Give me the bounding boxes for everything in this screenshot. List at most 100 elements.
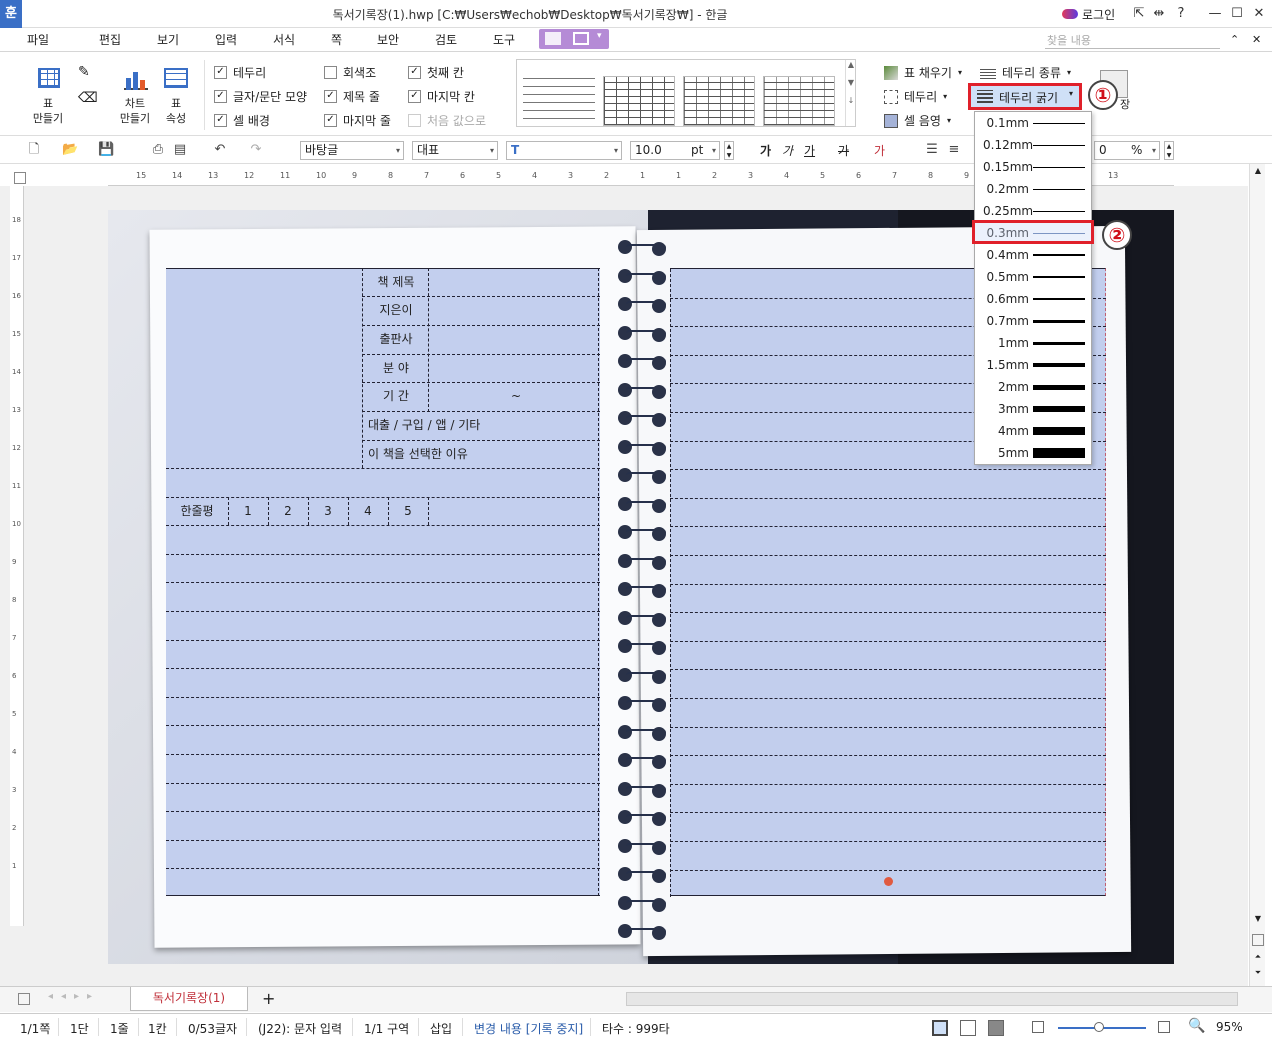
view-normal-icon[interactable] xyxy=(932,1020,948,1036)
undo-icon[interactable]: ↶ xyxy=(212,142,228,158)
strike-button[interactable]: 가 xyxy=(838,142,849,159)
thickness-option[interactable]: 2mm xyxy=(975,376,1091,398)
status-insert[interactable]: 삽입 xyxy=(430,1020,452,1037)
maximize-button[interactable]: ☐ xyxy=(1226,4,1248,24)
thickness-option[interactable]: 0.12mm xyxy=(975,134,1091,156)
border-thickness-button[interactable]: 테두리 굵기 ▾ xyxy=(968,83,1082,110)
align-left-icon[interactable]: ≡ xyxy=(946,142,962,158)
thickness-option[interactable]: 1mm xyxy=(975,332,1091,354)
font-size-stepper[interactable]: ▲ ▼ xyxy=(724,141,734,160)
collapse-icon[interactable]: ⌃ xyxy=(1230,33,1239,46)
spacing-stepper[interactable]: ▲ ▼ xyxy=(1164,141,1174,160)
add-tab-button[interactable]: + xyxy=(262,989,275,1008)
reset-button[interactable]: 처음 값으로 xyxy=(408,112,486,128)
minimize-button[interactable]: — xyxy=(1204,4,1226,24)
magnifier-icon[interactable]: 🔍 xyxy=(1188,1018,1205,1034)
check-grayscale[interactable]: 회색조 xyxy=(324,64,391,80)
vertical-ruler[interactable]: 18 17 16 15 14 13 12 11 10 9 8 7 6 5 4 3 2 1 xyxy=(10,186,24,926)
tab-list-icon[interactable] xyxy=(18,993,30,1005)
table-style-3[interactable] xyxy=(683,76,755,126)
check-border[interactable]: ✓ 테두리 xyxy=(214,64,307,80)
border-thickness-dropdown[interactable]: 0.1mm 0.12mm 0.15mm 0.2mm 0.25mm 0.3mm 0.4mm 0.… xyxy=(974,111,1092,465)
minimize-ribbon-icon[interactable]: ⇱ xyxy=(1128,4,1150,24)
fill-table-button[interactable]: 표 채우기 ▾ xyxy=(884,64,962,81)
thickness-option[interactable]: 0.4mm xyxy=(975,244,1091,266)
reading-log-table[interactable]: 책 제목 지은이 출판사 분 야 기 간 ~ 대출 / 구입 / 앱 / 기타 … xyxy=(166,268,600,896)
menu-file[interactable]: 파일 xyxy=(27,31,49,48)
thickness-option[interactable]: 0.6mm xyxy=(975,288,1091,310)
table-props-button[interactable]: 표 속성 xyxy=(160,64,194,134)
rating-3[interactable]: 3 xyxy=(308,497,348,525)
italic-button[interactable]: 가 xyxy=(782,142,793,159)
menu-tools[interactable]: 도구 xyxy=(493,31,515,48)
login-button[interactable]: 로그인 xyxy=(1062,5,1115,23)
check-last-row[interactable]: ✓ 마지막 줄 xyxy=(324,112,391,128)
check-first-col[interactable]: ✓ 첫째 칸 xyxy=(408,64,486,80)
menu-view[interactable]: 보기 xyxy=(157,31,179,48)
zoom-out-icon[interactable] xyxy=(1032,1021,1044,1033)
close-button[interactable]: ✕ xyxy=(1248,4,1270,24)
horizontal-scrollbar[interactable] xyxy=(626,992,1238,1006)
menu-edit[interactable]: 편집 xyxy=(99,31,121,48)
check-last-col[interactable]: ✓ 마지막 칸 xyxy=(408,88,486,104)
font-size-input[interactable]: 10.0 pt ▾ xyxy=(630,141,720,160)
zoom-in-icon[interactable] xyxy=(1158,1021,1170,1033)
font-color-button[interactable]: 가 xyxy=(874,142,885,159)
new-doc-icon[interactable]: 🗋 xyxy=(26,142,42,158)
help-button[interactable]: ? xyxy=(1170,4,1192,24)
style-select[interactable]: 바탕글 ▾ xyxy=(300,141,404,160)
table-style-gallery[interactable]: ▲ ▼ ↓ xyxy=(516,59,856,127)
ruler-corner-icon[interactable] xyxy=(14,172,26,184)
check-title-row[interactable]: ✓ 제목 줄 xyxy=(324,88,391,104)
table-style-1[interactable] xyxy=(523,76,595,126)
rating-2[interactable]: 2 xyxy=(268,497,308,525)
open-folder-icon[interactable]: 📂 xyxy=(62,142,78,158)
vertical-scrollbar[interactable]: ▲ ▼ ⏶ ⏷ xyxy=(1249,164,1265,986)
print-icon[interactable]: ⎙ xyxy=(150,142,166,158)
close-doc-icon[interactable]: ✕ xyxy=(1252,33,1261,46)
thickness-option[interactable]: 4mm xyxy=(975,420,1091,442)
thickness-option[interactable]: 0.7mm xyxy=(975,310,1091,332)
line-spacing-input[interactable]: 0% ▾ xyxy=(1094,141,1160,160)
cell-shade-button[interactable]: 셀 음영 ▾ xyxy=(884,112,951,129)
view-full-icon[interactable] xyxy=(988,1020,1004,1036)
border-button[interactable]: 테두리 ▾ xyxy=(884,88,947,105)
table-edit-icon[interactable]: ✎ xyxy=(78,64,96,82)
save-icon[interactable]: 💾 xyxy=(98,142,114,158)
tab-document[interactable]: 독서기록장(1) xyxy=(130,987,248,1011)
bold-button[interactable]: 가 xyxy=(760,142,771,159)
thickness-option[interactable]: 5mm xyxy=(975,442,1091,464)
check-char-para[interactable]: ✓ 글자/문단 모양 xyxy=(214,88,307,104)
rating-5[interactable]: 5 xyxy=(388,497,428,525)
redo-icon[interactable]: ↷ xyxy=(248,142,264,158)
menu-page[interactable]: 쪽 xyxy=(331,31,342,48)
zoom-slider-thumb[interactable] xyxy=(1094,1022,1104,1032)
table-style-4[interactable] xyxy=(763,76,835,126)
menu-review[interactable]: 검토 xyxy=(435,31,457,48)
menu-insert[interactable]: 입력 xyxy=(215,31,237,48)
chart-button[interactable]: 차트 만들기 xyxy=(112,64,158,134)
prev-page-icon[interactable]: ⏶ xyxy=(1252,952,1264,964)
language-select[interactable]: 대표 ▾ xyxy=(412,141,498,160)
make-table-button[interactable]: 표 만들기 xyxy=(28,64,68,134)
font-select[interactable]: T ▾ xyxy=(506,141,622,160)
underline-button[interactable]: 가 xyxy=(804,142,815,159)
menu-security[interactable]: 보안 xyxy=(377,31,399,48)
menu-format[interactable]: 서식 xyxy=(273,31,295,48)
table-design-tab[interactable]: ▾ xyxy=(539,29,609,49)
resize-icon[interactable]: ⇹ xyxy=(1148,4,1170,24)
thickness-option[interactable]: 0.1mm xyxy=(975,112,1091,134)
page-view-icon[interactable] xyxy=(1252,934,1264,946)
table-eraser-icon[interactable]: ⌫ xyxy=(78,90,98,108)
gallery-scroll[interactable]: ▲ ▼ ↓ xyxy=(845,60,856,126)
preview-icon[interactable]: ▤ xyxy=(172,142,188,158)
thickness-option[interactable]: 0.15mm xyxy=(975,156,1091,178)
scroll-up-icon[interactable]: ▲ xyxy=(1252,166,1264,178)
check-cell-bg[interactable]: ✓ 셀 배경 xyxy=(214,112,307,128)
thickness-option[interactable]: 0.5mm xyxy=(975,266,1091,288)
thickness-option[interactable]: 1.5mm xyxy=(975,354,1091,376)
rating-1[interactable]: 1 xyxy=(228,497,268,525)
tab-nav-icon[interactable]: ◂◂▸▸ xyxy=(48,991,100,1002)
status-track-changes[interactable]: 변경 내용 [기록 중지] xyxy=(474,1020,583,1037)
view-web-icon[interactable] xyxy=(960,1020,976,1036)
